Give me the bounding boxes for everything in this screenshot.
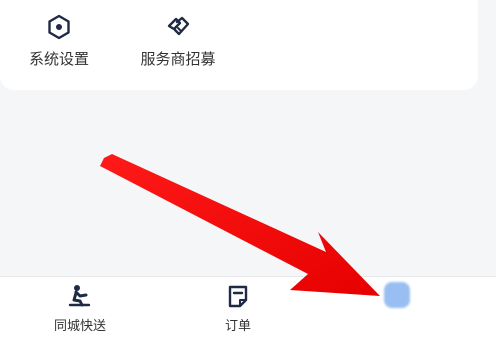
running-person-icon xyxy=(68,285,91,307)
provider-recruitment-item[interactable]: 服务商招募 xyxy=(123,14,233,78)
system-settings-item[interactable]: 系统设置 xyxy=(4,14,114,78)
blurred-tab-icon[interactable] xyxy=(384,282,410,308)
provider-recruitment-label: 服务商招募 xyxy=(140,50,216,68)
handshake-icon xyxy=(167,16,190,36)
hexagon-gear-icon xyxy=(48,14,70,40)
bottom-tab-bar: 同城快送 订单 xyxy=(0,276,496,338)
tab-same-city-delivery-label: 同城快送 xyxy=(53,319,106,334)
order-note-icon xyxy=(228,285,248,308)
tab-same-city-delivery[interactable]: 同城快送 xyxy=(35,283,125,335)
tab-orders[interactable]: 订单 xyxy=(193,283,283,335)
services-card: 系统设置 服务商招募 xyxy=(0,0,478,90)
system-settings-label: 系统设置 xyxy=(28,50,89,68)
tab-orders-label: 订单 xyxy=(224,319,251,334)
